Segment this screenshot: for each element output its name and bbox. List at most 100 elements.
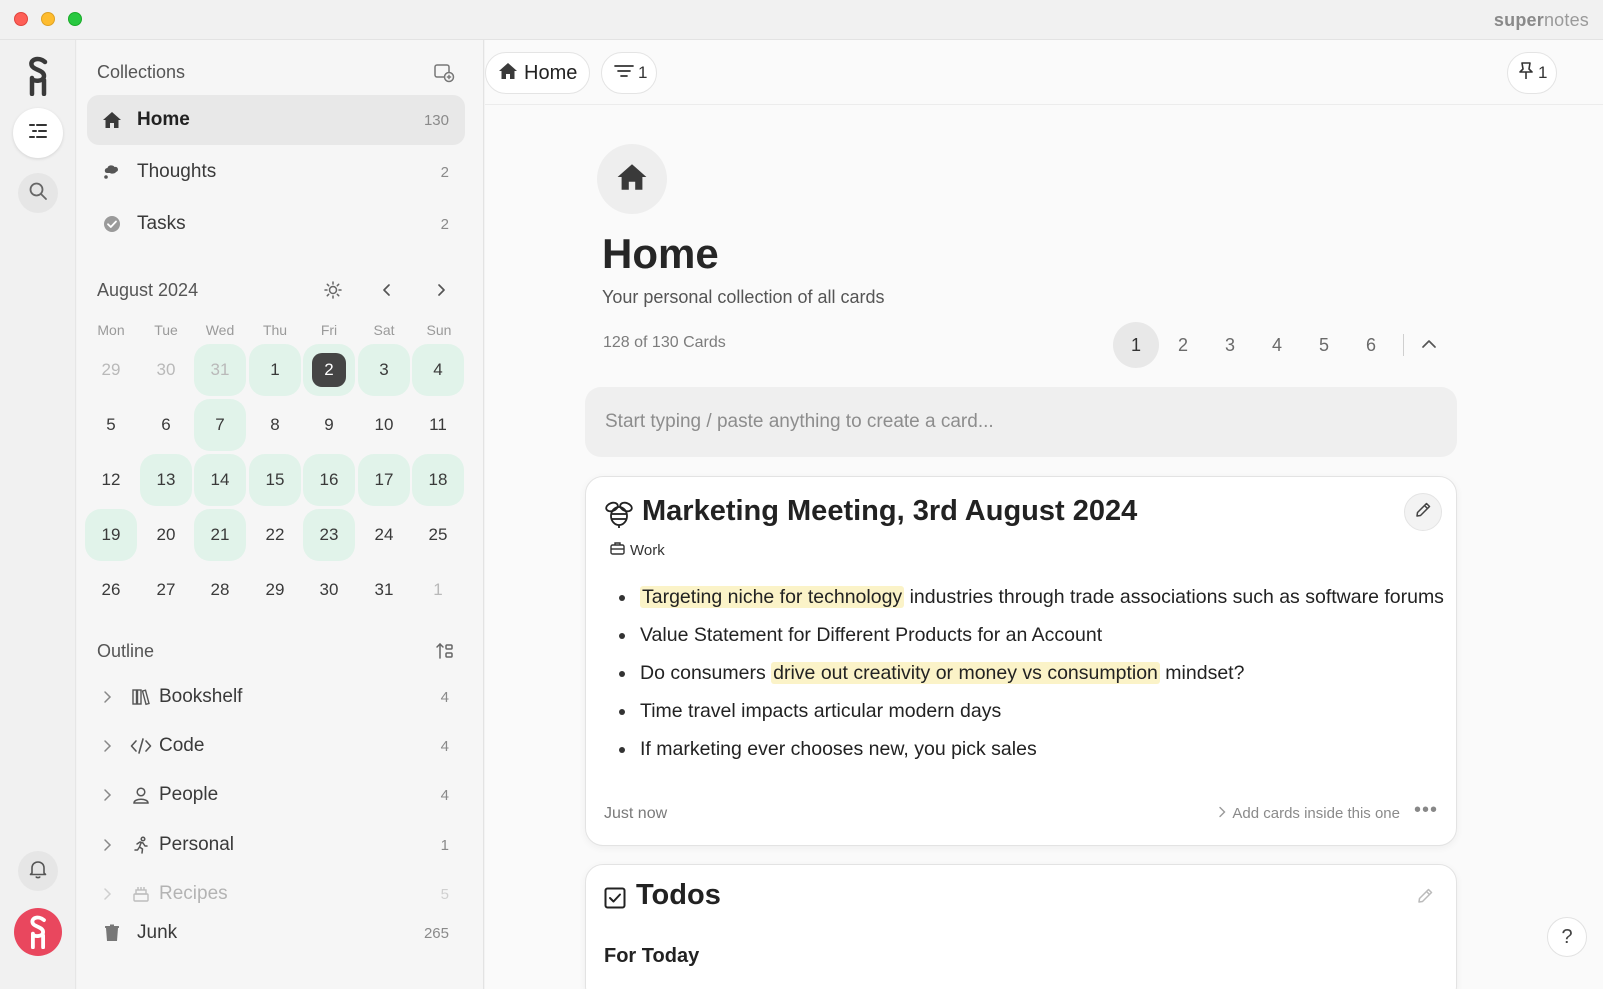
calendar-day[interactable]: 1 (249, 344, 301, 396)
main-panel: Home 1 1 Home Your personal collection o… (485, 40, 1603, 989)
calendar-day[interactable]: 29 (85, 344, 137, 396)
calendar-next-button[interactable] (427, 278, 455, 306)
pencil-icon (1414, 501, 1432, 524)
calendar-day[interactable]: 4 (412, 344, 464, 396)
new-collection-icon[interactable] (433, 62, 455, 84)
collection-tasks[interactable]: Tasks 2 (87, 199, 465, 249)
chevron-right-icon[interactable] (97, 838, 117, 852)
edit-card-button[interactable] (1404, 493, 1442, 531)
calendar-day[interactable]: 17 (358, 454, 410, 506)
cards-list-button[interactable] (13, 108, 63, 158)
calendar-day[interactable]: 16 (303, 454, 355, 506)
chevron-right-icon[interactable] (97, 690, 117, 704)
card-todos[interactable]: Todos For Today (585, 864, 1457, 989)
highlighted-text: drive out creativity or money vs consump… (771, 662, 1160, 684)
calendar-day[interactable]: 15 (249, 454, 301, 506)
outline-label: Bookshelf (159, 686, 243, 707)
calendar-day[interactable]: 28 (194, 564, 246, 616)
calendar-day[interactable]: 19 (85, 509, 137, 561)
page-button[interactable]: 2 (1160, 322, 1206, 368)
chevron-right-icon[interactable] (97, 739, 117, 753)
collection-junk[interactable]: Junk 265 (87, 908, 465, 958)
page-button[interactable]: 6 (1348, 322, 1394, 368)
page-button[interactable]: 3 (1207, 322, 1253, 368)
weekday-label: Fri (320, 322, 338, 338)
outline-item-code[interactable]: Code 4 (97, 726, 465, 766)
check-circle-icon (101, 213, 123, 235)
sort-icon[interactable] (435, 641, 457, 663)
calendar-day[interactable]: 30 (303, 564, 355, 616)
close-window-button[interactable] (14, 12, 28, 26)
calendar-day[interactable]: 29 (249, 564, 301, 616)
outline-count: 1 (440, 836, 449, 854)
page-button[interactable]: 1 (1113, 322, 1159, 368)
calendar-day[interactable]: 9 (303, 399, 355, 451)
calendar-today-button[interactable] (319, 278, 347, 306)
calendar-day[interactable]: 20 (140, 509, 192, 561)
calendar-day[interactable]: 24 (358, 509, 410, 561)
add-cards-inside-button[interactable]: Add cards inside this one (1218, 805, 1400, 822)
zoom-window-button[interactable] (68, 12, 82, 26)
supernotes-logo-icon[interactable] (26, 56, 50, 97)
filter-button[interactable]: 1 (601, 52, 657, 94)
search-button[interactable] (18, 173, 58, 213)
calendar-day[interactable]: 7 (194, 399, 246, 451)
calendar-day-selected[interactable]: 2 (303, 344, 355, 396)
calendar-day[interactable]: 5 (85, 399, 137, 451)
calendar-day[interactable]: 6 (140, 399, 192, 451)
collapse-pager-button[interactable] (1414, 330, 1444, 360)
page-button[interactable]: 4 (1254, 322, 1300, 368)
cake-icon (129, 882, 153, 906)
calendar-day[interactable]: 31 (358, 564, 410, 616)
notifications-button[interactable] (18, 851, 58, 891)
tag-work[interactable]: Work (610, 541, 665, 559)
home-breadcrumb-button[interactable]: Home (485, 52, 591, 94)
books-icon (129, 685, 153, 709)
collection-thoughts[interactable]: Thoughts 2 (87, 147, 465, 197)
pencil-icon[interactable] (1416, 887, 1434, 910)
calendar-day[interactable]: 10 (358, 399, 410, 451)
calendar-day[interactable]: 11 (412, 399, 464, 451)
calendar-day[interactable]: 23 (303, 509, 355, 561)
calendar-day[interactable]: 13 (140, 454, 192, 506)
collection-label: Home (137, 109, 190, 130)
calendar-day[interactable]: 27 (140, 564, 192, 616)
outline-item-bookshelf[interactable]: Bookshelf 4 (97, 677, 465, 717)
card-composer-input[interactable]: Start typing / paste anything to create … (585, 387, 1457, 457)
calendar-day[interactable]: 12 (85, 454, 137, 506)
calendar-header: August 2024 (97, 278, 465, 308)
outline-item-people[interactable]: People 4 (97, 775, 465, 815)
chevron-right-icon[interactable] (97, 887, 117, 901)
outline-item-personal[interactable]: Personal 1 (97, 825, 465, 865)
search-icon (28, 181, 48, 206)
calendar-day[interactable]: 8 (249, 399, 301, 451)
app-brand: supernotes (1493, 10, 1589, 30)
calendar-day[interactable]: 1 (412, 564, 464, 616)
card-title: Marketing Meeting, 3rd August 2024 (642, 495, 1138, 527)
chevron-right-icon[interactable] (97, 788, 117, 802)
calendar-day[interactable]: 25 (412, 509, 464, 561)
calendar-day[interactable]: 22 (249, 509, 301, 561)
calendar-day[interactable]: 26 (85, 564, 137, 616)
page-button[interactable]: 5 (1301, 322, 1347, 368)
list-item: If marketing ever chooses new, you pick … (616, 733, 1444, 771)
pinned-button[interactable]: 1 (1507, 52, 1557, 94)
outline-label: Recipes (159, 883, 228, 904)
app-window: supernotes Collections Home 130 Thoughts… (0, 0, 1603, 989)
calendar-day[interactable]: 30 (140, 344, 192, 396)
minimize-window-button[interactable] (41, 12, 55, 26)
collections-title: Collections (97, 62, 186, 82)
calendar-day[interactable]: 31 (194, 344, 246, 396)
pagination: 1 2 3 4 5 6 (1113, 322, 1444, 368)
calendar-day[interactable]: 14 (194, 454, 246, 506)
calendar-day[interactable]: 3 (358, 344, 410, 396)
help-button[interactable]: ? (1547, 917, 1587, 957)
user-avatar[interactable] (14, 908, 62, 956)
bell-icon (29, 859, 47, 884)
calendar-day[interactable]: 21 (194, 509, 246, 561)
calendar-prev-button[interactable] (373, 278, 401, 306)
calendar-day[interactable]: 18 (412, 454, 464, 506)
card-more-button[interactable]: ••• (1414, 799, 1438, 822)
collection-home[interactable]: Home 130 (87, 95, 465, 145)
card-marketing-meeting[interactable]: Marketing Meeting, 3rd August 2024 Work … (585, 476, 1457, 846)
